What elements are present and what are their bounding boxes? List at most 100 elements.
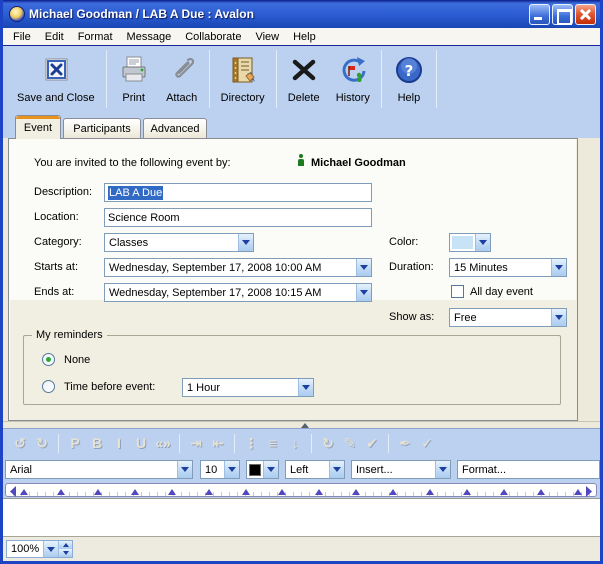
delete-button[interactable]: Delete <box>280 46 328 112</box>
font-family-dropdown[interactable]: Arial <box>5 460 193 479</box>
underline-icon: U <box>130 435 152 451</box>
toolbar-separator <box>436 50 437 108</box>
outdent-icon: ⇤ <box>207 435 229 452</box>
insert-dropdown[interactable]: Insert... <box>351 460 451 479</box>
attach-button[interactable]: Attach <box>158 46 206 112</box>
format-dropdown[interactable]: Format... <box>457 460 600 479</box>
font-size-dropdown[interactable]: 10 <box>200 460 240 479</box>
color-label: Color: <box>389 236 418 248</box>
category-dropdown[interactable]: Classes <box>104 233 254 252</box>
ruler[interactable] <box>5 483 597 497</box>
location-input[interactable]: Science Room <box>104 208 372 227</box>
tab-stop-marker[interactable] <box>315 489 323 495</box>
formatting-toolbar: ↺ ↻ P B I U «» ⇥ ⇤ ⋮ ≡ ↓ ↻ ✎ ✔ ✒ ✓ <box>3 428 600 457</box>
delete-icon <box>288 51 320 89</box>
menu-message[interactable]: Message <box>120 30 179 44</box>
chevron-down-icon <box>177 461 192 478</box>
all-day-checkbox[interactable] <box>451 285 464 298</box>
spinner-down-icon[interactable] <box>59 549 72 557</box>
tab-stop-marker[interactable] <box>500 489 508 495</box>
menu-help[interactable]: Help <box>286 30 323 44</box>
toolbar-separator <box>388 434 389 453</box>
tab-stop-marker[interactable] <box>352 489 360 495</box>
zoom-level: 100% <box>7 541 43 557</box>
color-dropdown[interactable] <box>449 233 491 252</box>
tab-stop-marker[interactable] <box>168 489 176 495</box>
directory-icon <box>227 51 259 89</box>
tab-stop-marker[interactable] <box>426 489 434 495</box>
tab-stop-marker[interactable] <box>94 489 102 495</box>
zoom-control[interactable]: 100% <box>6 540 73 558</box>
bold-icon: B <box>86 435 108 451</box>
menu-collaborate[interactable]: Collaborate <box>178 30 248 44</box>
font-toolbar: Arial 10 Left Insert... Format... <box>3 457 600 482</box>
tab-stop-marker[interactable] <box>242 489 250 495</box>
event-form-region: Event Participants Advanced You are invi… <box>3 112 600 421</box>
tab-stop-marker[interactable] <box>574 489 582 495</box>
window-title: Michael Goodman / LAB A Due : Avalon <box>29 7 529 21</box>
invited-by-label: You are invited to the following event b… <box>34 157 231 169</box>
history-icon <box>337 51 369 89</box>
italic-icon: I <box>108 435 130 451</box>
tab-stop-marker[interactable] <box>389 489 397 495</box>
minimize-button[interactable] <box>529 4 550 25</box>
menu-format[interactable]: Format <box>71 30 120 44</box>
event-tab-panel: You are invited to the following event b… <box>8 138 578 421</box>
attach-icon <box>166 51 198 89</box>
spinner-up-icon[interactable] <box>59 541 72 549</box>
tab-stop-marker[interactable] <box>463 489 471 495</box>
tab-stop-marker[interactable] <box>278 489 286 495</box>
undo-icon: ↺ <box>9 435 31 452</box>
toolbar-separator <box>311 434 312 453</box>
reminder-none-radio[interactable] <box>42 353 55 366</box>
menu-view[interactable]: View <box>248 30 286 44</box>
tab-participants[interactable]: Participants <box>63 118 141 138</box>
toolbar-separator <box>179 434 180 453</box>
tab-event[interactable]: Event <box>15 115 61 139</box>
history-button[interactable]: History <box>328 46 378 112</box>
directory-button[interactable]: Directory <box>213 46 273 112</box>
toolbar-separator <box>381 50 382 108</box>
redo-icon: ↻ <box>31 435 53 452</box>
reminder-time-dropdown[interactable]: 1 Hour <box>182 378 314 397</box>
menu-edit[interactable]: Edit <box>38 30 71 44</box>
show-as-dropdown[interactable]: Free <box>449 308 567 327</box>
message-body[interactable] <box>3 498 600 536</box>
tab-stop-marker[interactable] <box>205 489 213 495</box>
tab-stop-marker[interactable] <box>131 489 139 495</box>
maximize-button[interactable] <box>552 4 573 25</box>
alignment-dropdown[interactable]: Left <box>285 460 345 479</box>
reminder-time-radio[interactable] <box>42 380 55 393</box>
zoom-spinner[interactable] <box>58 541 72 557</box>
save-and-close-button[interactable]: Save and Close <box>9 46 103 112</box>
toolbar-separator <box>234 434 235 453</box>
starts-at-dropdown[interactable]: Wednesday, September 17, 2008 10:00 AM <box>104 258 372 277</box>
print-button[interactable]: Print <box>110 46 158 112</box>
menu-file[interactable]: File <box>6 30 38 44</box>
tab-advanced[interactable]: Advanced <box>143 118 207 138</box>
tab-stop-marker[interactable] <box>57 489 65 495</box>
chevron-down-icon <box>356 284 371 301</box>
chevron-down-icon <box>551 259 566 276</box>
title-bar[interactable]: Michael Goodman / LAB A Due : Avalon <box>3 0 600 28</box>
close-button[interactable] <box>575 4 596 25</box>
tab-stop-marker[interactable] <box>537 489 545 495</box>
left-margin-marker[interactable] <box>10 486 16 497</box>
right-margin-marker[interactable] <box>586 486 592 497</box>
font-color-dropdown[interactable] <box>246 460 279 479</box>
chevron-down-icon <box>263 461 278 478</box>
person-icon <box>297 154 304 166</box>
ends-at-dropdown[interactable]: Wednesday, September 17, 2008 10:15 AM <box>104 283 372 302</box>
tab-stop-marker[interactable] <box>20 489 28 495</box>
invited-by-name: Michael Goodman <box>311 157 406 169</box>
all-day-label: All day event <box>470 286 533 298</box>
app-icon <box>9 6 25 22</box>
zoom-dropdown-button[interactable] <box>43 541 58 557</box>
duration-label: Duration: <box>389 261 434 273</box>
description-input[interactable]: LAB A Due <box>104 183 372 202</box>
help-button[interactable]: ? Help <box>385 46 433 112</box>
duration-dropdown[interactable]: 15 Minutes <box>449 258 567 277</box>
pane-splitter[interactable] <box>3 421 600 428</box>
my-reminders-title: My reminders <box>32 329 107 341</box>
chevron-down-icon <box>329 461 344 478</box>
